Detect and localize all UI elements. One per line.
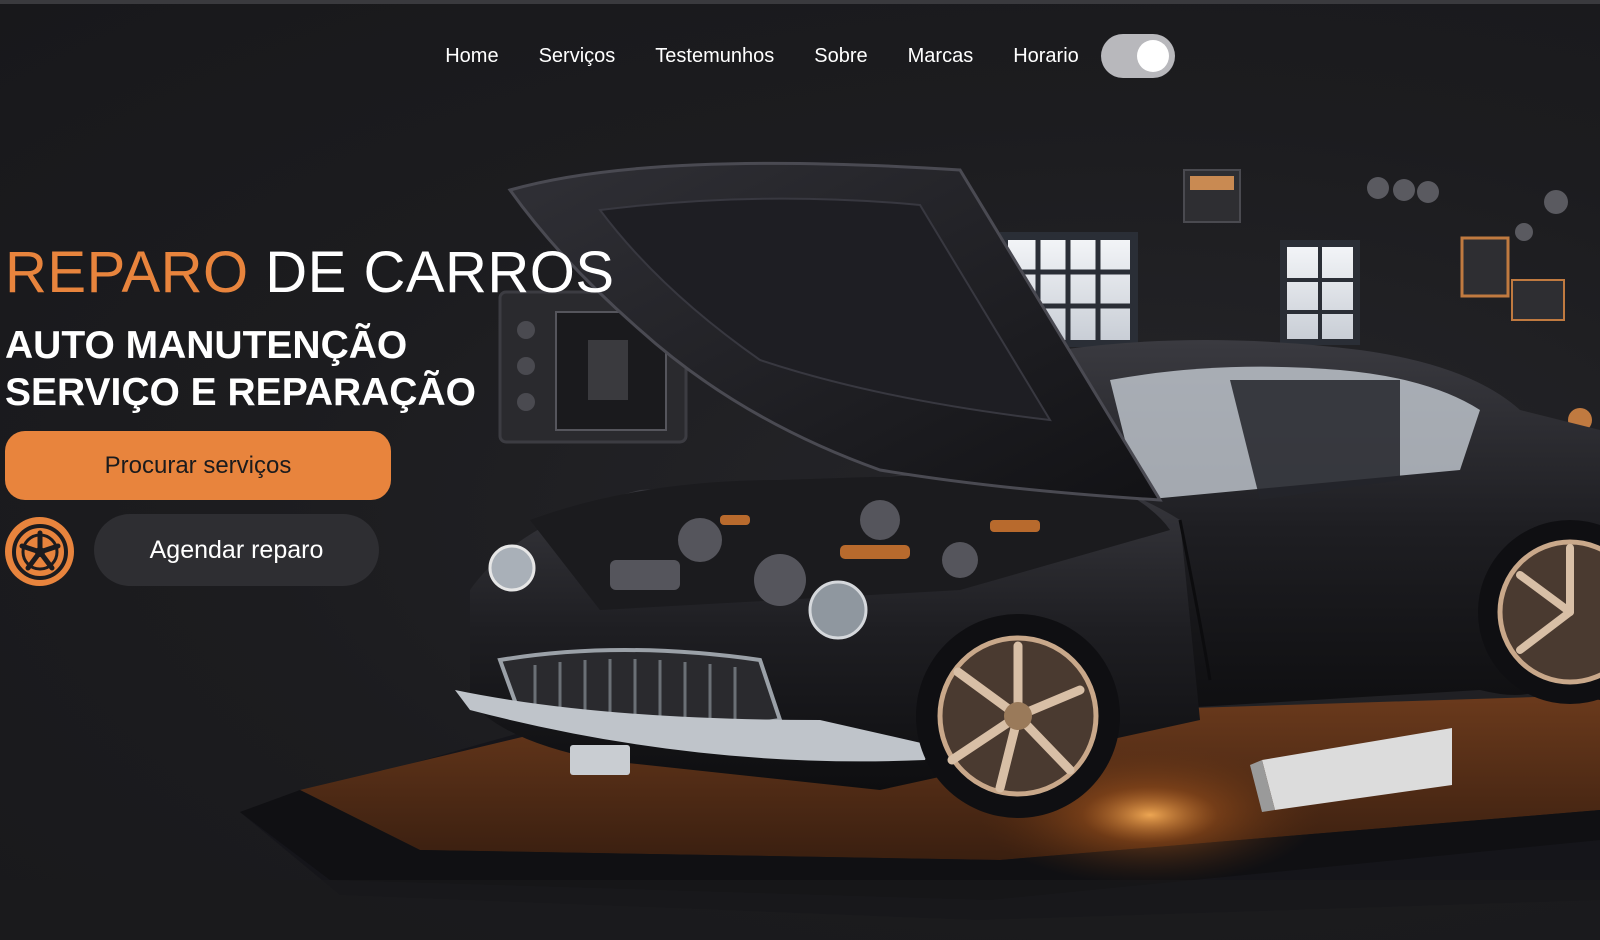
nav-link-sobre[interactable]: Sobre <box>794 45 887 68</box>
main-nav: Home Serviços Testemunhos Sobre Marcas H… <box>0 30 1600 82</box>
hero-subtitle-line-2: SERVIÇO E REPARAÇÃO <box>5 371 476 414</box>
nav-link-home[interactable]: Home <box>425 45 518 68</box>
theme-toggle[interactable] <box>1100 34 1175 78</box>
nav-link-marcas[interactable]: Marcas <box>888 45 994 68</box>
nav-link-testemunhos[interactable]: Testemunhos <box>635 45 794 68</box>
hero-copy: REPARO DE CARROS AUTO MANUTENÇÃO SERVIÇO… <box>5 240 615 416</box>
hero-title-rest: DE CARROS <box>265 240 615 305</box>
hero-subtitle: AUTO MANUTENÇÃO SERVIÇO E REPARAÇÃO <box>5 322 615 416</box>
hero-subtitle-line-1: AUTO MANUTENÇÃO <box>5 324 408 367</box>
nav-link-horario[interactable]: Horario <box>993 45 1099 68</box>
nav-link-servicos[interactable]: Serviços <box>519 45 636 68</box>
toggle-knob <box>1136 40 1169 72</box>
agendar-reparo-button[interactable]: Agendar reparo <box>94 514 379 586</box>
wheel-icon[interactable] <box>5 517 74 586</box>
hero-title: REPARO DE CARROS <box>5 240 615 306</box>
page: Home Serviços Testemunhos Sobre Marcas H… <box>0 0 1600 940</box>
procurar-servicos-button[interactable]: Procurar serviços <box>5 431 391 500</box>
wheel-icon-graphic <box>11 523 68 580</box>
hero-title-accent: REPARO <box>5 240 249 305</box>
